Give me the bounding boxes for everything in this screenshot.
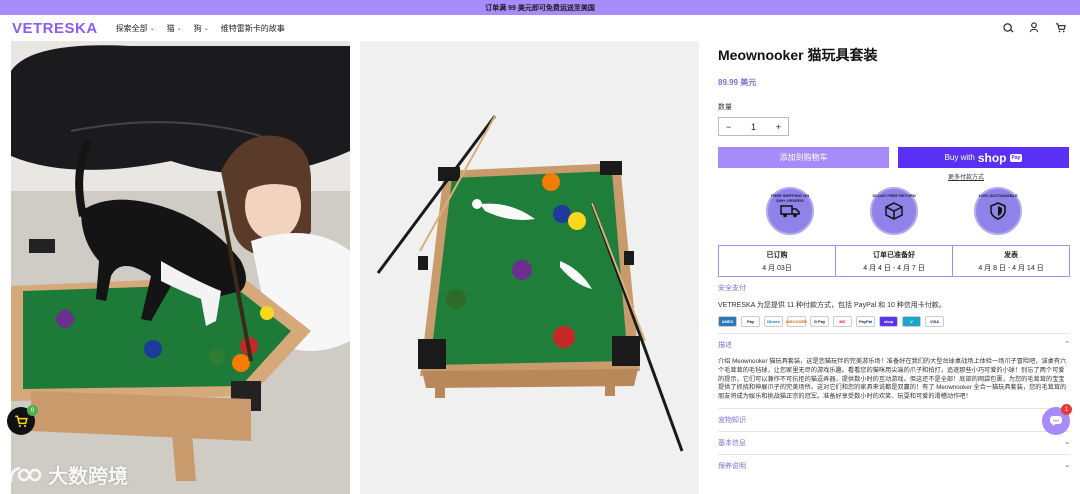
accordion-basic-info[interactable]: 基本信息 ⌄ xyxy=(718,430,1070,454)
watermark: 大数跨境 xyxy=(8,460,128,489)
discover-icon: DISCOVER xyxy=(786,316,807,327)
nav-label: 猫 xyxy=(166,23,175,33)
accordion-label: 描述 xyxy=(718,342,732,349)
venmo-icon: V xyxy=(902,316,921,327)
timeline-step-date: 4 月 8 日 - 4 月 14 日 xyxy=(978,264,1044,272)
product-price: 89.99 美元 xyxy=(718,78,757,87)
timeline-step-title: 已订购 xyxy=(766,251,788,259)
cart-count-badge: 0 xyxy=(27,405,38,416)
nav-cats[interactable]: 猫 ⌄ xyxy=(167,23,182,34)
accordion-label: 保养说明 xyxy=(718,462,746,470)
product-image-studio[interactable] xyxy=(360,41,699,494)
floating-cart-button[interactable]: 0 xyxy=(7,405,38,435)
product-image-lifestyle[interactable] xyxy=(11,41,350,494)
sustainable-badge: 100% SUSTAINABLE xyxy=(974,187,1022,235)
account-icon[interactable] xyxy=(1028,21,1040,33)
timeline-step-date: 4 月 4 日 - 4 月 7 日 xyxy=(863,264,925,272)
product-description: 介绍 Meownooker 猫玩具套装，这是您猫玩伴的完美游乐场！准备好在我们的… xyxy=(718,358,1067,401)
timeline-step-title: 发表 xyxy=(1004,251,1018,259)
accordion-pet-knowledge[interactable]: 宠物知识 ⌄ xyxy=(718,407,1070,431)
cart-icon xyxy=(15,415,28,428)
timeline-step-date: 4 月 03日 xyxy=(762,264,792,272)
quantity-value[interactable]: 1 xyxy=(751,122,756,132)
nav-label: 探索全部 xyxy=(115,23,148,33)
secure-checkout-label: 安全支付 xyxy=(718,285,746,292)
timeline-step-title: 订单已准备好 xyxy=(873,251,915,259)
accordion-label: 基本信息 xyxy=(718,439,746,447)
product-info: Meownooker 猫玩具套装 89.99 美元 数量 − 1 + 添加到购物… xyxy=(718,41,1070,477)
free-return-badge: 30-DAY FREE RETURN xyxy=(870,187,918,235)
more-payment-options-link[interactable]: 更多付款方式 xyxy=(718,172,984,181)
chevron-up-icon: ⌃ xyxy=(1064,341,1070,348)
badge-text: 100% SUSTAINABLE xyxy=(978,193,1018,198)
timeline-step-ordered: 已订购 4 月 03日 xyxy=(719,246,835,276)
mastercard-icon: MC xyxy=(833,316,852,327)
accordion-care-instructions[interactable]: 保养说明 ⌄ xyxy=(718,453,1070,477)
visa-icon: VISA xyxy=(925,316,944,327)
chat-count-badge: 1 xyxy=(1061,404,1072,415)
accordion-description[interactable]: 描述 ⌃ xyxy=(718,333,1070,356)
payment-icons: AMEX Pay Diners DISCOVER G Pay MC PayPal… xyxy=(718,316,1070,327)
paypal-icon: PayPal xyxy=(856,316,875,327)
nav-label: 维特雷斯卡的故事 xyxy=(220,23,285,33)
logo[interactable]: VETRESKA xyxy=(12,20,98,37)
google-pay-icon: G Pay xyxy=(810,316,829,327)
badge-text: FREE SHIPPING ON $99+ ORDERS xyxy=(770,193,809,203)
site-header: VETRESKA 探索全部 ⌄ 猫 ⌄ 狗 ⌄ 维特雷斯卡的故事 xyxy=(0,15,1080,41)
box-icon xyxy=(885,202,903,220)
pay-badge: Pay xyxy=(1009,153,1023,162)
badge-text: 30-DAY FREE RETURN xyxy=(872,193,916,198)
nav-explore-all[interactable]: 探索全部 ⌄ xyxy=(116,23,155,34)
announcement-bar: 订单满 99 美元即可免费运送至美国 xyxy=(0,0,1080,15)
chat-icon xyxy=(1050,416,1062,426)
free-shipping-badge: FREE SHIPPING ON $99+ ORDERS xyxy=(766,187,814,235)
shop-pay-icon: shop xyxy=(879,316,898,327)
shop-logo: shop xyxy=(977,150,1007,165)
chevron-down-icon: ⌄ xyxy=(149,25,155,32)
cart-icon[interactable] xyxy=(1054,21,1066,33)
product-title: Meownooker 猫玩具套装 xyxy=(718,47,878,63)
chevron-down-icon: ⌄ xyxy=(176,25,182,32)
timeline-step-ready: 订单已准备好 4 月 4 日 - 4 月 7 日 xyxy=(836,246,952,276)
nav-dogs[interactable]: 狗 ⌄ xyxy=(194,23,209,34)
nav-story[interactable]: 维特雷斯卡的故事 xyxy=(221,23,285,34)
currency-icon[interactable] xyxy=(1002,21,1014,33)
chevron-down-icon: ⌄ xyxy=(203,25,209,32)
quantity-decrease-button[interactable]: − xyxy=(726,122,731,132)
delivery-timeline: 已订购 4 月 03日 订单已准备好 4 月 4 日 - 4 月 7 日 发表 … xyxy=(718,245,1070,277)
truck-icon xyxy=(780,205,800,218)
buy-with-label: Buy with xyxy=(944,153,975,162)
apple-pay-icon: Pay xyxy=(741,316,760,327)
watermark-logo-icon xyxy=(9,466,42,482)
watermark-text: 大数跨境 xyxy=(48,466,128,488)
main-nav: 探索全部 ⌄ 猫 ⌄ 狗 ⌄ 维特雷斯卡的故事 xyxy=(116,23,285,34)
diners-icon: Diners xyxy=(764,316,783,327)
chevron-down-icon: ⌄ xyxy=(1064,461,1070,469)
amex-icon: AMEX xyxy=(718,316,737,327)
shop-pay-button[interactable]: Buy with shop Pay xyxy=(898,147,1069,168)
accordion-label: 宠物知识 xyxy=(718,416,746,424)
header-icons xyxy=(1002,21,1066,33)
quantity-stepper: − 1 + xyxy=(718,117,789,136)
timeline-step-shipped: 发表 4 月 8 日 - 4 月 14 日 xyxy=(953,246,1069,276)
nav-label: 狗 xyxy=(193,23,202,33)
payment-note: VETRESKA 为您提供 11 种付款方式，包括 PayPal 和 10 种信… xyxy=(718,302,946,309)
shield-icon xyxy=(990,202,1006,220)
add-to-cart-button[interactable]: 添加到购物车 xyxy=(718,147,889,168)
trust-badges: FREE SHIPPING ON $99+ ORDERS 30-DAY FREE… xyxy=(718,187,1070,235)
quantity-increase-button[interactable]: + xyxy=(776,122,781,132)
chat-button[interactable]: 1 xyxy=(1042,404,1072,435)
chevron-down-icon: ⌄ xyxy=(1064,438,1070,446)
quantity-label: 数量 xyxy=(718,104,732,111)
